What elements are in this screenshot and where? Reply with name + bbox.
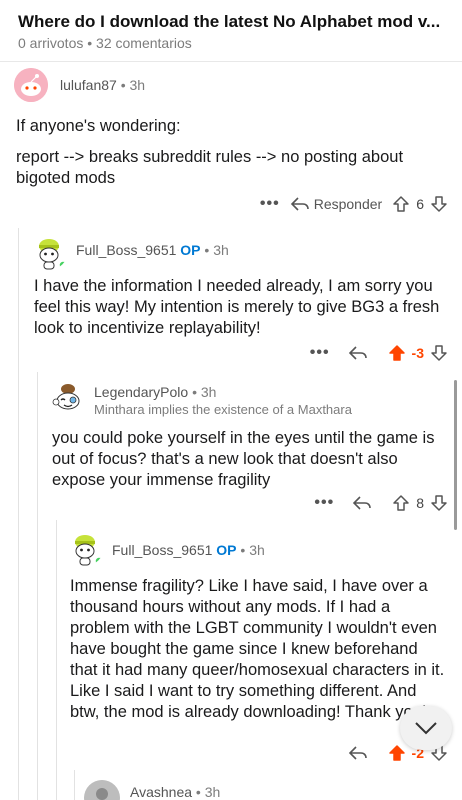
downvote-arrow-icon[interactable] bbox=[430, 195, 448, 213]
comment-username[interactable]: Full_Boss_9651 OP • 3h bbox=[112, 542, 265, 558]
snoo-avatar-icon bbox=[75, 535, 104, 566]
comment-username[interactable]: Avashnea • 3h bbox=[130, 784, 220, 800]
snoo-avatar-icon bbox=[14, 68, 48, 102]
reply-button[interactable] bbox=[348, 345, 368, 361]
comment-username[interactable]: LegendaryPolo • 3h bbox=[94, 384, 216, 400]
avatar[interactable] bbox=[30, 232, 68, 270]
comment-actions: ••• -3 bbox=[240, 340, 448, 366]
downvote-arrow-icon[interactable] bbox=[430, 494, 448, 512]
op-badge: OP bbox=[216, 542, 237, 558]
chevron-down-icon bbox=[415, 722, 437, 735]
upvote-arrow-icon[interactable] bbox=[392, 494, 410, 512]
reply-arrow-icon bbox=[348, 746, 367, 760]
snoo-avatar-icon bbox=[52, 384, 80, 410]
avatar[interactable] bbox=[14, 68, 48, 102]
comment-username[interactable]: lulufan87 • 3h bbox=[60, 77, 145, 93]
comment-body: If anyone's wondering: report --> breaks… bbox=[16, 117, 404, 187]
reply-arrow-icon bbox=[353, 496, 372, 510]
more-options-icon[interactable]: ••• bbox=[310, 344, 330, 362]
reply-button[interactable] bbox=[348, 745, 368, 761]
post-meta: 0 arrivotos • 32 comentarios bbox=[18, 35, 192, 51]
reply-button[interactable]: Responder bbox=[290, 196, 382, 212]
reply-arrow-icon bbox=[348, 346, 367, 360]
upvote-arrow-icon[interactable] bbox=[388, 744, 406, 762]
comment-actions: ••• Responder 6 bbox=[220, 191, 448, 217]
user-avatar-icon bbox=[84, 780, 120, 800]
upvote-arrow-icon[interactable] bbox=[392, 195, 410, 213]
downvote-arrow-icon[interactable] bbox=[430, 344, 448, 362]
avatar[interactable] bbox=[66, 528, 104, 566]
comment-username[interactable]: Full_Boss_9651 OP • 3h bbox=[76, 242, 229, 258]
comment-body: Immense fragility? Like I have said, I h… bbox=[70, 577, 445, 721]
post-header: Where do I download the latest No Alphab… bbox=[0, 0, 462, 62]
vote-score: -3 bbox=[411, 345, 424, 361]
thread-line[interactable] bbox=[18, 228, 19, 800]
vote-control: 6 bbox=[392, 195, 448, 213]
reply-arrow-icon bbox=[290, 197, 309, 211]
avatar[interactable] bbox=[84, 780, 120, 800]
reply-button[interactable] bbox=[352, 495, 372, 511]
vote-score: 8 bbox=[416, 495, 424, 511]
comment-body: I have the information I needed already,… bbox=[34, 277, 440, 337]
vote-score: 6 bbox=[416, 196, 424, 212]
thread-line[interactable] bbox=[56, 520, 57, 800]
user-flair: Minthara implies the existence of a Maxt… bbox=[94, 402, 352, 417]
thread-line[interactable] bbox=[37, 372, 38, 800]
upvote-arrow-icon[interactable] bbox=[388, 344, 406, 362]
comment-body: you could poke yourself in the eyes unti… bbox=[52, 429, 435, 489]
scrollbar[interactable] bbox=[454, 380, 457, 530]
avatar[interactable] bbox=[50, 380, 86, 416]
op-badge: OP bbox=[180, 242, 201, 258]
more-options-icon[interactable]: ••• bbox=[260, 195, 280, 213]
comment-actions: ••• 8 bbox=[260, 490, 448, 516]
vote-control: 8 bbox=[392, 494, 448, 512]
more-options-icon[interactable]: ••• bbox=[314, 494, 334, 512]
jump-next-button[interactable] bbox=[400, 706, 452, 750]
snoo-avatar-icon bbox=[39, 239, 68, 270]
thread-line[interactable] bbox=[74, 770, 75, 800]
post-title[interactable]: Where do I download the latest No Alphab… bbox=[18, 12, 448, 32]
vote-control: -3 bbox=[388, 344, 448, 362]
